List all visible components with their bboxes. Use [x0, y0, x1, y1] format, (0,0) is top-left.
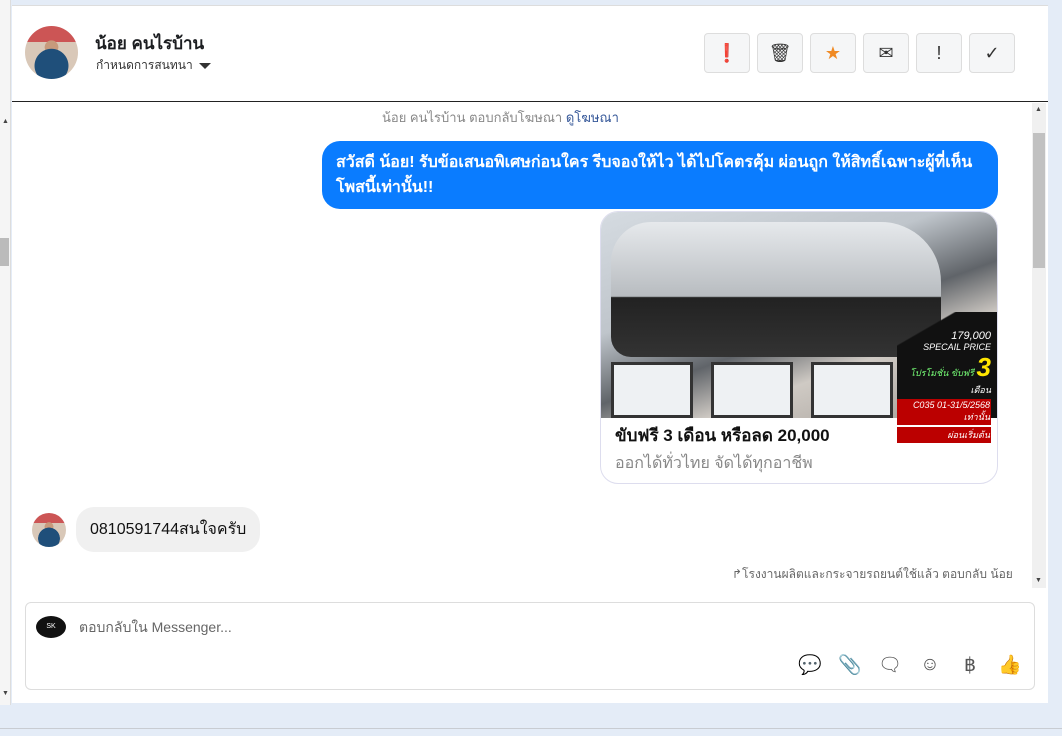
- mail-button[interactable]: ✉: [863, 33, 909, 73]
- check-icon: ✓: [984, 42, 1000, 63]
- scroll-thumb[interactable]: [1033, 133, 1045, 268]
- quick-reply-icon[interactable]: 🗨: [878, 653, 902, 677]
- baht-icon[interactable]: ฿: [958, 654, 982, 677]
- message-list: น้อย คนไรบ้าน ตอบกลับโฆษณา ดูโฆษณา สวัสด…: [12, 103, 1032, 588]
- view-ad-link[interactable]: ดูโฆษณา: [566, 110, 619, 125]
- message-scrollbar[interactable]: ▲ ▼: [1032, 103, 1046, 588]
- notice-text: น้อย คนไรบ้าน ตอบกลับโฆษณา: [382, 110, 563, 125]
- like-icon[interactable]: 👍: [998, 653, 1022, 677]
- toolbar: ❗ 🗑 ★ ✉! ✓: [704, 33, 1015, 73]
- avatar[interactable]: [25, 26, 78, 79]
- ad-card-subtitle: ออกได้ทั่วไทย จัดได้ทุกอาชีพ: [615, 455, 813, 472]
- incoming-message: 0810591744สนใจครับ: [76, 507, 261, 552]
- composer-actions: 💬 📎 🗨 ☺ ฿ 👍: [798, 653, 1022, 677]
- contact-name[interactable]: น้อย คนไรบ้าน: [95, 30, 204, 57]
- scroll-up-icon[interactable]: ▲: [2, 118, 9, 125]
- composer: SK 💬 📎 🗨 ☺ ฿ 👍: [25, 602, 1035, 690]
- exclamation-button[interactable]: !: [916, 33, 962, 73]
- star-button[interactable]: ★: [810, 33, 856, 73]
- reply-note: ↱โรงงานผลิตและกระจายรถยนต์ใช้แล้ว ตอบกลั…: [732, 565, 1013, 588]
- exclamation-icon: !: [936, 42, 942, 63]
- scroll-thumb[interactable]: [0, 238, 9, 266]
- star-icon: ★: [824, 42, 842, 63]
- attachment-icon[interactable]: 📎: [838, 653, 862, 677]
- emoji-icon[interactable]: ☺: [918, 654, 942, 676]
- mail-icon: ✉: [878, 42, 894, 63]
- promo-overlay: 179,000 SPECAIL PRICE โปรโมชั่น ขับฟรี 3…: [897, 312, 997, 443]
- reply-input[interactable]: [79, 619, 979, 635]
- trash-button[interactable]: 🗑: [757, 33, 803, 73]
- sender-avatar: [32, 513, 66, 547]
- car-image: [611, 222, 941, 357]
- caret-down-icon: [198, 62, 211, 69]
- car-thumbnails: [611, 362, 893, 418]
- ad-card[interactable]: 179,000 SPECAIL PRICE โปรโมชั่น ขับฟรี 3…: [600, 211, 998, 484]
- assign-conversation-dropdown[interactable]: กำหนดการสนทนา: [96, 56, 211, 75]
- scroll-down-icon[interactable]: ▼: [2, 690, 9, 697]
- conversation-header: น้อย คนไรบ้าน กำหนดการสนทนา ❗ 🗑 ★ ✉! ✓: [12, 6, 1048, 102]
- left-scrollbar[interactable]: ▲ ▼: [0, 0, 11, 705]
- ad-reply-notice: น้อย คนไรบ้าน ตอบกลับโฆษณา ดูโฆษณา: [382, 107, 619, 128]
- trash-icon: 🗑: [768, 42, 792, 63]
- page-logo: SK: [36, 616, 66, 638]
- saved-reply-icon[interactable]: 💬: [798, 653, 822, 677]
- assign-label: กำหนดการสนทนา: [96, 58, 193, 72]
- conversation-panel: น้อย คนไรบ้าน กำหนดการสนทนา ❗ 🗑 ★ ✉! ✓ น้อย …: [12, 5, 1048, 703]
- alert-button[interactable]: ❗: [704, 33, 750, 73]
- check-button[interactable]: ✓: [969, 33, 1015, 73]
- divider: [0, 728, 1062, 729]
- alert-icon: ❗: [715, 42, 739, 63]
- car-ad-image: 179,000 SPECAIL PRICE โปรโมชั่น ขับฟรี 3…: [601, 212, 997, 443]
- outgoing-message: สวัสดี น้อย! รับข้อเสนอพิเศษก่อนใคร รีบจ…: [322, 141, 998, 209]
